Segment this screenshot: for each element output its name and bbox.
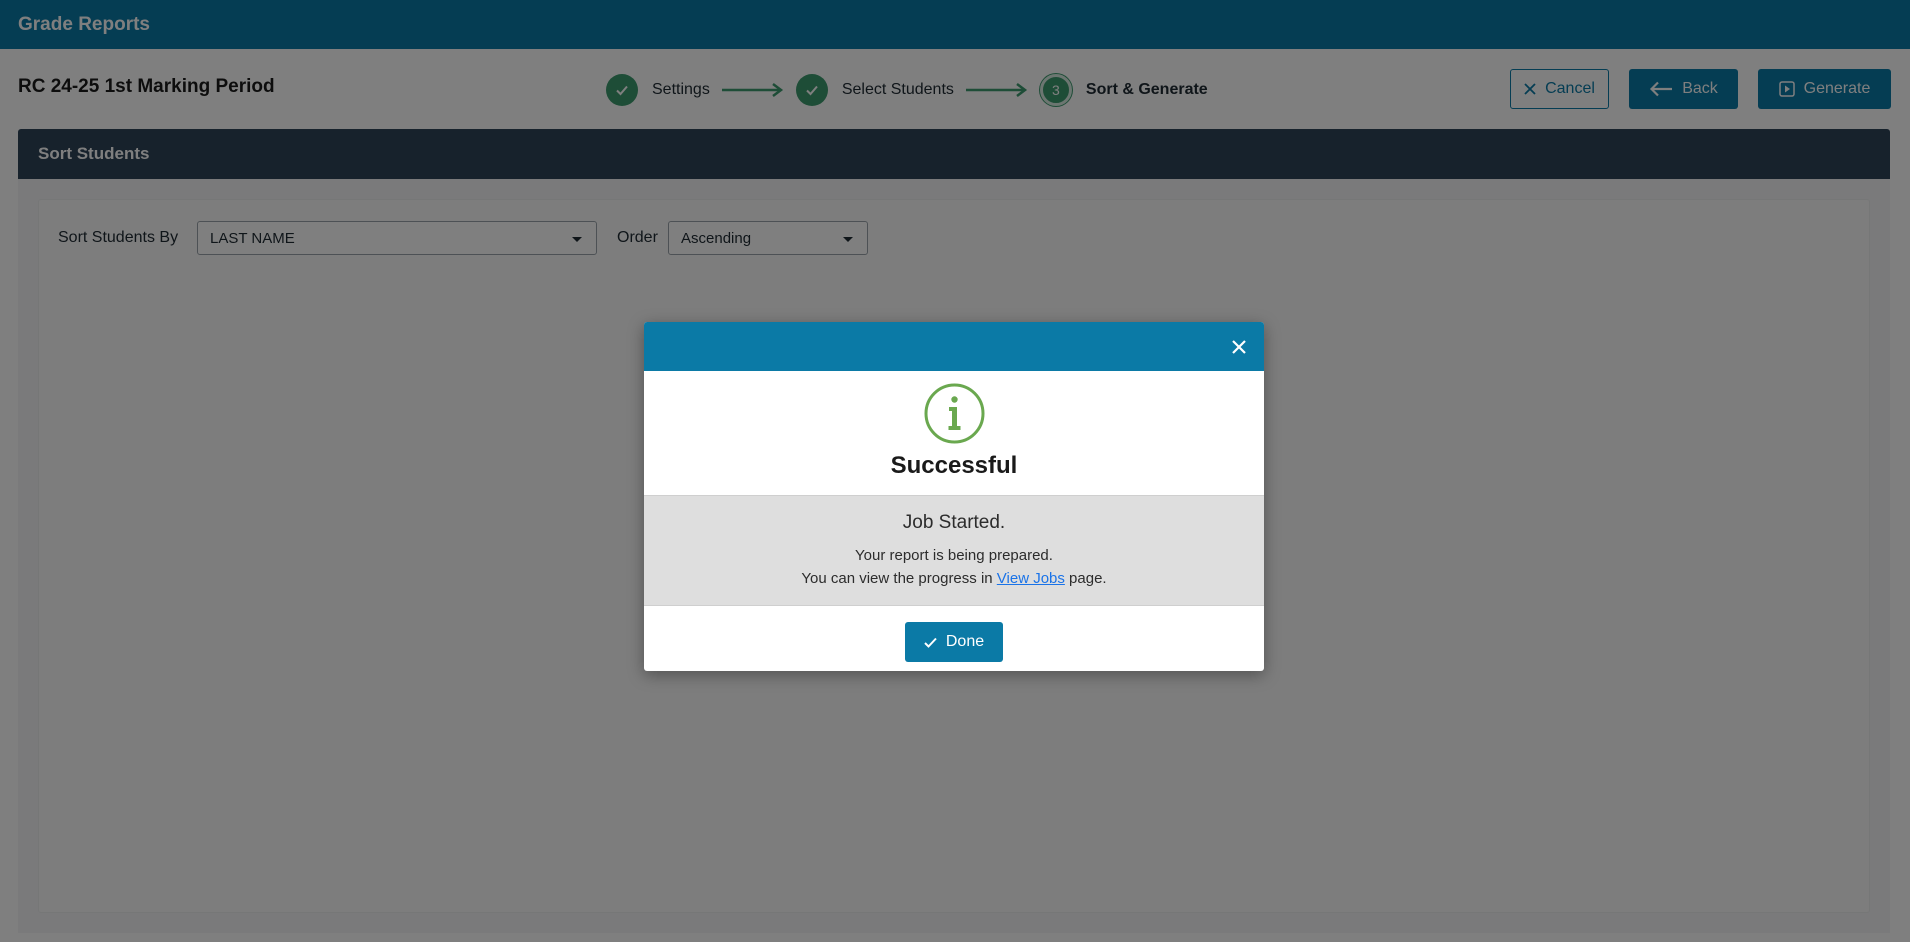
dialog-summary: Successful xyxy=(644,371,1264,495)
message-text: page. xyxy=(1064,570,1107,587)
done-button[interactable]: Done xyxy=(905,622,1003,662)
dialog-heading: Successful xyxy=(890,452,1018,479)
success-dialog: Successful Job Started. Your report is b… xyxy=(644,322,1264,671)
dialog-message: Job Started. Your report is being prepar… xyxy=(644,495,1264,606)
message-text: You can view the progress in xyxy=(801,570,997,587)
message-line: Your report is being prepared. xyxy=(855,547,1053,564)
close-icon[interactable] xyxy=(1228,336,1250,358)
view-jobs-link[interactable]: View Jobs xyxy=(997,570,1065,587)
done-button-label: Done xyxy=(945,633,985,650)
dialog-header xyxy=(644,322,1264,371)
check-icon xyxy=(924,637,937,648)
message-title: Job Started. xyxy=(902,512,1006,533)
dialog-footer: Done xyxy=(644,606,1264,671)
info-circle-icon xyxy=(924,383,985,444)
message-line: You can view the progress in View Jobs p… xyxy=(644,570,1264,587)
